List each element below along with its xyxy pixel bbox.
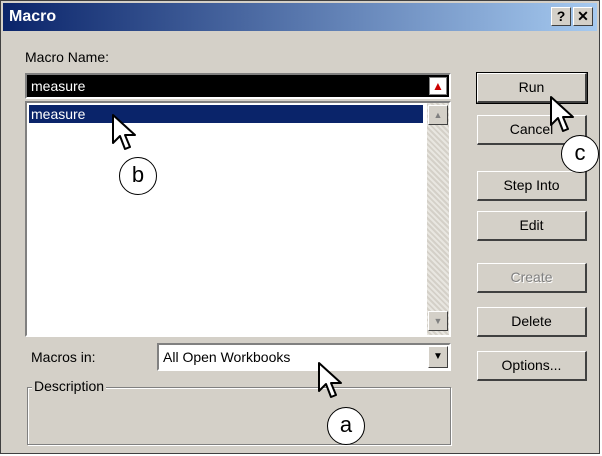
mouse-pointer-icon [550,96,574,132]
options-button[interactable]: Options... [477,351,587,381]
down-arrow-icon[interactable]: ▼ [428,311,448,331]
collapse-dialog-icon[interactable]: ▲ [429,77,447,95]
vertical-scrollbar[interactable]: ▲ ▼ [427,103,449,335]
create-button: Create [477,263,587,293]
window-title: Macro [9,8,57,25]
macros-in-label: Macros in: [31,349,96,365]
chevron-down-icon[interactable]: ▼ [428,346,448,368]
callout-c: c [561,135,599,173]
up-arrow-icon[interactable]: ▲ [428,105,448,125]
callout-a: a [327,407,365,445]
close-icon[interactable]: ✕ [573,7,593,26]
mouse-pointer-icon [318,362,342,398]
macros-in-select[interactable]: All Open Workbooks ▼ [157,343,451,371]
callout-b: b [119,157,157,195]
macro-name-input[interactable]: measure ▲ [25,73,451,99]
description-group: Description [27,378,451,445]
macro-name-label: Macro Name: [25,49,110,65]
edit-button[interactable]: Edit [477,211,587,241]
macro-name-value: measure [31,78,86,94]
title-bar: Macro ? ✕ [3,3,597,31]
mouse-pointer-icon [112,114,136,150]
help-icon[interactable]: ? [551,7,571,26]
macro-listbox[interactable]: measure ▲ ▼ [25,101,451,337]
step-into-button[interactable]: Step Into [477,171,587,201]
delete-button[interactable]: Delete [477,307,587,337]
macros-in-value: All Open Workbooks [163,349,291,365]
description-label: Description [32,378,107,394]
macro-dialog: Macro ? ✕ Macro Name: measure ▲ measure … [0,0,600,454]
list-item[interactable]: measure [29,105,423,123]
